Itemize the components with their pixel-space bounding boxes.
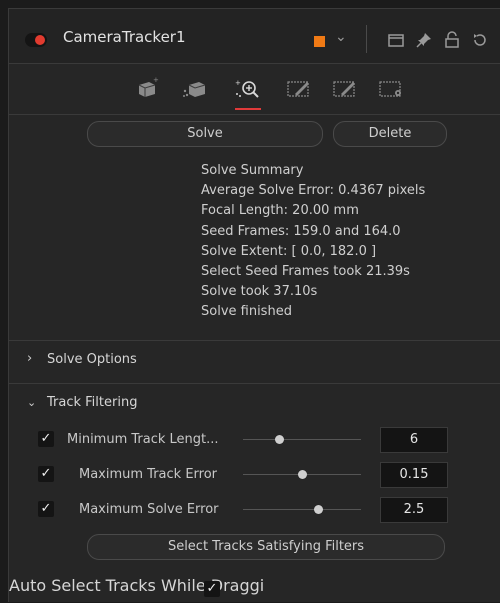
track-filtering-section: ⌄ Track Filtering [9, 383, 500, 603]
chevron-right-icon[interactable]: › [27, 351, 32, 366]
settings-icon[interactable] [377, 76, 405, 100]
pin-icon[interactable] [415, 31, 433, 49]
svg-text:+: + [153, 76, 159, 84]
svg-text:+: + [235, 79, 241, 87]
export-icon[interactable] [285, 76, 313, 100]
record-icon[interactable] [25, 33, 47, 47]
camera-icon[interactable] [181, 76, 209, 100]
window-icon[interactable] [387, 31, 405, 49]
select-tracks-button[interactable]: Select Tracks Satisfying Filters [87, 534, 445, 560]
solve-summary: Solve Summary Average Solve Error: 0.436… [201, 161, 425, 323]
camera-track-icon[interactable]: + [133, 76, 161, 100]
divider [366, 25, 367, 53]
delete-button[interactable]: Delete [333, 121, 447, 147]
min-track-length-label: Minimum Track Lengt... [67, 432, 219, 447]
summary-line: Solve took 37.10s [201, 284, 318, 300]
max-solve-error-checkbox[interactable]: ✓ [38, 501, 54, 517]
auto-select-label: Auto Select Tracks While Draggi [9, 576, 265, 595]
max-solve-error-slider[interactable] [243, 509, 361, 510]
active-tab-indicator [235, 108, 261, 110]
tool-name[interactable]: CameraTracker1 [63, 28, 186, 46]
min-track-length-row: ✓ Minimum Track Lengt... 6 [9, 427, 500, 455]
chevron-down-icon[interactable]: ⌄ [335, 29, 347, 45]
summary-line: Average Solve Error: 0.4367 pixels [201, 183, 426, 199]
solve-options-section[interactable]: › Solve Options [9, 340, 500, 381]
slider-knob[interactable] [275, 435, 284, 444]
max-track-error-row: ✓ Maximum Track Error 0.15 [9, 462, 500, 490]
solve-options-label[interactable]: Solve Options [47, 352, 137, 367]
max-solve-error-value[interactable]: 2.5 [380, 497, 448, 523]
auto-select-checkbox[interactable]: ✓ [204, 581, 220, 597]
slider-knob[interactable] [298, 470, 307, 479]
options-icon[interactable] [331, 76, 359, 100]
solve-icon[interactable]: + [233, 76, 261, 100]
track-filtering-label[interactable]: Track Filtering [47, 395, 137, 410]
summary-line: Select Seed Frames took 21.39s [201, 264, 410, 280]
inspector-tabs: + + [9, 64, 500, 115]
min-track-length-slider[interactable] [243, 439, 361, 440]
inspector-panel: CameraTracker1 ⌄ + + Solve Delete Solve … [8, 8, 500, 602]
summary-line: Seed Frames: 159.0 and 164.0 [201, 223, 401, 239]
chevron-down-icon[interactable]: ⌄ [27, 396, 36, 409]
max-track-error-value[interactable]: 0.15 [380, 462, 448, 488]
solve-button[interactable]: Solve [87, 121, 323, 147]
color-swatch[interactable] [314, 36, 325, 47]
slider-knob[interactable] [314, 505, 323, 514]
max-solve-error-row: ✓ Maximum Solve Error 2.5 [9, 497, 500, 525]
auto-select-row: ✓ Auto Select Tracks While Draggi [9, 576, 500, 602]
min-track-length-value[interactable]: 6 [380, 427, 448, 453]
summary-line: Focal Length: 20.00 mm [201, 203, 359, 219]
summary-line: Solve Extent: [ 0.0, 182.0 ] [201, 243, 377, 259]
lock-icon[interactable] [443, 31, 461, 49]
summary-line: Solve finished [201, 304, 292, 320]
summary-line: Solve Summary [201, 163, 304, 178]
tool-header: CameraTracker1 ⌄ [9, 9, 500, 64]
max-track-error-label: Maximum Track Error [79, 467, 218, 482]
min-track-length-checkbox[interactable]: ✓ [38, 431, 54, 447]
max-track-error-checkbox[interactable]: ✓ [38, 466, 54, 482]
max-solve-error-label: Maximum Solve Error [79, 502, 219, 517]
reset-icon[interactable] [471, 31, 489, 49]
